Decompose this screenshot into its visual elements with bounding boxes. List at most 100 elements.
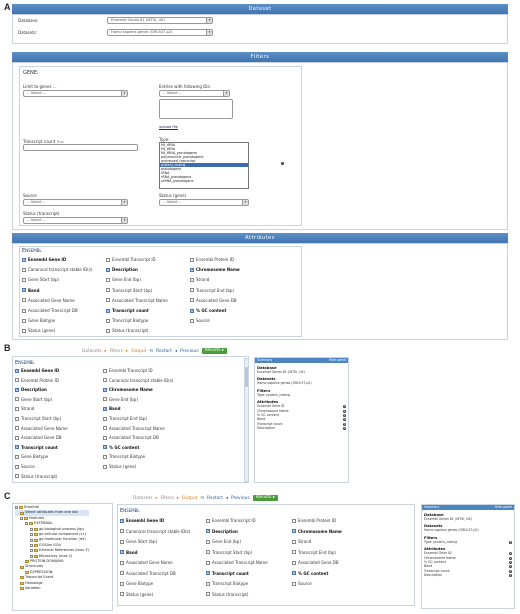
source-select[interactable]: -- Select -- ▾: [23, 199, 128, 206]
ids-textarea[interactable]: [159, 99, 233, 119]
attr-checkbox-gene-end-bp[interactable]: Gene End (bp): [103, 397, 138, 402]
upload-file-link[interactable]: upload file: [159, 125, 178, 129]
attr-checkbox-associated-transcript-db[interactable]: Associated Transcript DB: [103, 435, 159, 440]
remove-icon[interactable]: ×: [509, 540, 512, 544]
nav-previous[interactable]: Previous: [231, 496, 250, 501]
info-icon[interactable]: i: [281, 160, 284, 165]
attr-checkbox-gene-biotype[interactable]: Gene Biotype: [22, 318, 55, 323]
attr-checkbox-associated-transcript-name[interactable]: Associated Transcript Name: [103, 426, 165, 431]
attr-checkbox-transcript-biotype[interactable]: Transcript Biotype: [206, 581, 248, 586]
attr-checkbox-canonical-transcript-stable-id-s[interactable]: Canonical transcript stable ID(s): [22, 267, 92, 272]
attr-checkbox-ensembl-gene-id[interactable]: ✓ Ensembl Gene ID: [15, 368, 59, 373]
attr-checkbox-ensembl-gene-id[interactable]: ✓ Ensembl Gene ID: [22, 257, 66, 262]
attr-checkbox-transcript-end-bp[interactable]: Transcript End (bp): [190, 288, 234, 293]
attr-checkbox-associated-transcript-db[interactable]: Associated Transcript DB: [22, 308, 78, 313]
attr-checkbox-ensembl-transcript-id[interactable]: Ensembl Transcript ID: [103, 368, 153, 373]
nav-output[interactable]: Output: [182, 496, 197, 501]
attr-checkbox-ensembl-protein-id[interactable]: Ensembl Protein ID: [15, 378, 59, 383]
attr-checkbox-associated-gene-db[interactable]: Associated Gene DB: [15, 435, 62, 440]
results-button[interactable]: Results ▸: [252, 495, 279, 501]
type-option[interactable]: scRNA_pseudogene: [160, 179, 248, 183]
remove-icon[interactable]: ×: [509, 573, 512, 578]
hide-panel-link[interactable]: Hide panel: [329, 358, 346, 363]
nav-filters[interactable]: Filters: [161, 496, 174, 501]
attr-checkbox-status-gene[interactable]: Status (gene): [22, 328, 55, 333]
attr-checkbox-gene-biotype[interactable]: Gene Biotype: [15, 454, 48, 459]
attr-checkbox-canonical-transcript-stable-id-s[interactable]: Canonical transcript stable ID(s): [103, 378, 173, 383]
attr-checkbox-source[interactable]: Source: [15, 464, 35, 469]
attr-checkbox-band[interactable]: ✓ Band: [120, 550, 137, 555]
entries-select[interactable]: -- Select -- ▾: [159, 90, 230, 97]
attr-checkbox-associated-transcript-name[interactable]: Associated Transcript Name: [106, 298, 168, 303]
attr-checkbox-transcript-count[interactable]: ✓ Transcript count: [15, 445, 58, 450]
attr-checkbox-description[interactable]: ✓ Description: [15, 387, 47, 392]
expand-icon[interactable]: -: [25, 522, 28, 526]
attr-checkbox-associated-gene-db[interactable]: Associated Gene DB: [190, 298, 237, 303]
attr-checkbox-status-gene[interactable]: Status (gene): [120, 592, 153, 597]
attr-checkbox-transcript-start-bp[interactable]: Transcript Start (bp): [15, 416, 61, 421]
attr-checkbox-transcript-end-bp[interactable]: Transcript End (bp): [103, 416, 147, 421]
expand-icon[interactable]: -: [20, 517, 23, 520]
type-listbox[interactable]: Mt_rRNA Mt_tRNA Mt_tRNA_pseudogene polymorp…: [159, 142, 249, 189]
attr-checkbox-canonical-transcript-stable-id-s[interactable]: Canonical transcript stable ID(s): [120, 529, 190, 534]
remove-icon[interactable]: ×: [343, 426, 346, 431]
attr-checkbox-transcript-biotype[interactable]: Transcript Biotype: [106, 318, 148, 323]
attr-checkbox-ensembl-gene-id[interactable]: ✓ Ensembl Gene ID: [120, 518, 164, 523]
attr-checkbox-ensembl-protein-id[interactable]: Ensembl Protein ID: [292, 518, 336, 523]
checkbox-icon[interactable]: [30, 544, 33, 548]
attr-checkbox-status-transcript[interactable]: Status (transcript): [15, 474, 57, 479]
attr-checkbox-band[interactable]: ✓ Band: [22, 288, 39, 293]
attr-checkbox-transcript-start-bp[interactable]: Transcript Start (bp): [106, 288, 152, 293]
attr-checkbox-transcript-biotype[interactable]: Transcript Biotype: [103, 454, 145, 459]
attr-checkbox-description[interactable]: ✓ Description: [106, 267, 138, 272]
attr-checkbox-status-gene[interactable]: Status (gene): [103, 464, 136, 469]
nav-output[interactable]: Output: [131, 349, 146, 354]
attr-checkbox-associated-gene-name[interactable]: Associated Gene Name: [15, 426, 68, 431]
attr-checkbox-associated-gene-name[interactable]: Associated Gene Name: [22, 298, 75, 303]
attr-checkbox-strand[interactable]: Strand: [292, 539, 311, 544]
attr-checkbox-band[interactable]: ✓ Band: [103, 406, 120, 411]
attr-checkbox-strand[interactable]: Strand: [190, 277, 209, 282]
attr-checkbox-source[interactable]: Source: [190, 318, 210, 323]
attr-checkbox-gc-content[interactable]: ✓% GC content: [292, 571, 328, 576]
nav-previous[interactable]: Previous: [180, 349, 199, 354]
status-transcript-select[interactable]: -- Select -- ▾: [23, 217, 128, 224]
attr-checkbox-status-transcript[interactable]: Status (transcript): [206, 592, 248, 597]
attr-checkbox-gene-start-bp[interactable]: Gene Start (bp): [15, 397, 52, 402]
attr-checkbox-status-transcript[interactable]: Status (transcript): [106, 328, 148, 333]
attr-checkbox-strand[interactable]: Strand: [15, 406, 34, 411]
results-button[interactable]: Results ▸: [201, 348, 228, 354]
attr-checkbox-transcript-start-bp[interactable]: Transcript Start (bp): [206, 550, 252, 555]
attr-checkbox-description[interactable]: ✓ Description: [206, 529, 238, 534]
attr-checkbox-associated-gene-db[interactable]: Associated Gene DB: [292, 560, 339, 565]
attr-checkbox-associated-transcript-db[interactable]: Associated Transcript DB: [120, 571, 176, 576]
attr-checkbox-associated-gene-name[interactable]: Associated Gene Name: [120, 560, 173, 565]
attr-checkbox-gene-biotype[interactable]: Gene Biotype: [120, 581, 153, 586]
attr-checkbox-gene-end-bp[interactable]: Gene End (bp): [106, 277, 141, 282]
attr-checkbox-ensembl-transcript-id[interactable]: Ensembl Transcript ID: [106, 257, 156, 262]
attr-checkbox-gc-content[interactable]: ✓% GC content: [190, 308, 226, 313]
database-select[interactable]: Ensembl Genes 61 (WTSI, UK) ▾: [107, 17, 213, 24]
attr-checkbox-source[interactable]: Source: [292, 581, 312, 586]
hide-panel-link[interactable]: Hide panel: [495, 505, 512, 510]
attr-checkbox-transcript-count[interactable]: ✓ Transcript count: [206, 571, 249, 576]
expand-icon[interactable]: -: [15, 506, 18, 510]
attr-checkbox-transcript-count[interactable]: ✓ Transcript count: [106, 308, 149, 313]
nav-restart[interactable]: Restart: [207, 496, 223, 501]
nav-restart[interactable]: Restart: [156, 349, 172, 354]
attr-checkbox-associated-transcript-name[interactable]: Associated Transcript Name: [206, 560, 268, 565]
nav-datasets[interactable]: Datasets: [133, 496, 152, 501]
attr-checkbox-ensembl-protein-id[interactable]: Ensembl Protein ID: [190, 257, 234, 262]
checkbox-icon[interactable]: [30, 554, 33, 558]
limit-select[interactable]: -- Select -- ▾: [23, 90, 128, 97]
tree-item-variation[interactable]: Variation: [15, 586, 89, 591]
attr-checkbox-gene-start-bp[interactable]: Gene Start (bp): [120, 539, 157, 544]
attr-checkbox-chromosome-name[interactable]: ✓ Chromosome Name: [103, 387, 153, 392]
attr-checkbox-gene-start-bp[interactable]: Gene Start (bp): [22, 277, 59, 282]
attr-checkbox-gene-end-bp[interactable]: Gene End (bp): [206, 539, 241, 544]
attr-checkbox-gc-content[interactable]: ✓% GC content: [103, 445, 139, 450]
scrollbar-b[interactable]: [244, 358, 249, 482]
transcript-count-input[interactable]: [23, 144, 138, 151]
checkbox-icon[interactable]: [30, 549, 33, 553]
datasets-select[interactable]: Homo sapiens genes (GRCh37.p2) ▾: [107, 29, 213, 36]
